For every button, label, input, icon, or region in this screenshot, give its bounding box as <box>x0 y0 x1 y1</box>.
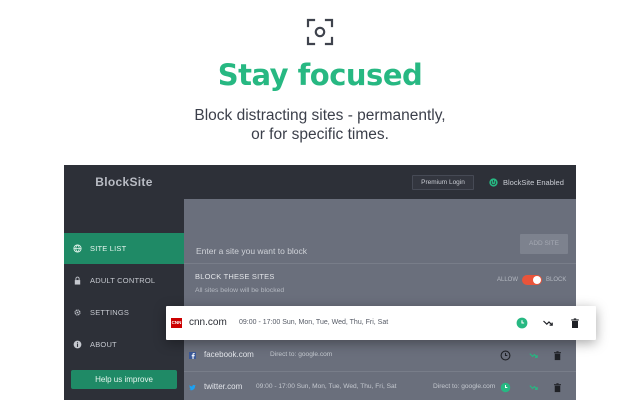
site-input[interactable]: Enter a site you want to block <box>196 243 506 260</box>
trash-icon[interactable] <box>552 350 563 361</box>
redirect-target: Direct to: google.com <box>433 383 496 390</box>
clock-icon[interactable] <box>500 350 511 361</box>
top-bar: Premium Login BlockSite Enabled <box>184 165 576 199</box>
schedule-times: 09:00 - 17:00 Sun, Mon, Tue, Wed, Thu, F… <box>256 383 397 390</box>
sidebar-item-label: ADULT CONTROL <box>90 276 156 285</box>
allow-label: ALLOW <box>497 277 519 283</box>
facebook-logo-icon <box>189 352 196 359</box>
allow-block-toggle-row: ALLOW BLOCK <box>497 275 566 285</box>
redirect-icon[interactable] <box>528 382 539 393</box>
sidebar-item-site-list[interactable]: SITE LIST <box>64 233 184 264</box>
status-label: BlockSite Enabled <box>503 178 564 187</box>
schedule-times: 09:00 - 17:00 Sun, Mon, Tue, Wed, Thu, F… <box>239 319 389 326</box>
trash-icon[interactable] <box>569 317 581 329</box>
divider <box>184 263 576 264</box>
divider <box>184 371 576 372</box>
gear-icon <box>73 308 82 317</box>
power-icon <box>489 178 498 187</box>
table-row: twitter.com 09:00 - 17:00 Sun, Mon, Tue,… <box>184 373 576 400</box>
hero-subtitle-line2: or for specific times. <box>251 126 389 143</box>
sidebar-item-adult-control[interactable]: ADULT CONTROL <box>64 265 184 296</box>
premium-login-button[interactable]: Premium Login <box>412 175 474 190</box>
block-list-subtitle: All sites below will be blocked <box>195 287 285 294</box>
twitter-logo-icon <box>189 384 196 391</box>
redirect-icon[interactable] <box>528 350 539 361</box>
site-domain: cnn.com <box>189 317 227 328</box>
help-us-improve-button[interactable]: Help us improve <box>71 370 177 389</box>
highlighted-site-row: CNN cnn.com 09:00 - 17:00 Sun, Mon, Tue,… <box>166 306 596 340</box>
site-domain: facebook.com <box>204 350 254 359</box>
lock-icon <box>73 276 82 285</box>
sidebar: BlockSite SITE LIST ADULT CONTROL SETTIN… <box>64 165 184 400</box>
toggle-knob <box>533 276 542 284</box>
redirect-target: Direct to: google.com <box>270 351 333 358</box>
focus-scan-icon <box>306 18 334 46</box>
hero-subtitle-line1: Block distracting sites - permanently, <box>194 107 446 124</box>
sidebar-item-label: SITE LIST <box>90 244 127 253</box>
block-list-title: BLOCK THESE SITES <box>195 272 275 281</box>
globe-icon <box>73 244 82 253</box>
info-icon <box>73 340 82 349</box>
cnn-logo-icon: CNN <box>171 318 182 328</box>
clock-icon[interactable] <box>516 317 528 329</box>
site-list-panel: Enter a site you want to block ADD SITE … <box>184 199 576 400</box>
add-site-button[interactable]: ADD SITE <box>520 234 568 254</box>
hero-title: Stay focused <box>217 58 423 92</box>
allow-block-toggle[interactable] <box>522 275 543 285</box>
brand-logo: BlockSite <box>95 175 153 189</box>
hero-subtitle: Block distracting sites - permanently, o… <box>0 106 640 144</box>
trash-icon[interactable] <box>552 382 563 393</box>
site-domain: twitter.com <box>204 382 243 391</box>
blocksite-enabled-status[interactable]: BlockSite Enabled <box>489 175 564 190</box>
sidebar-item-label: ABOUT <box>90 340 117 349</box>
clock-icon[interactable] <box>500 382 511 393</box>
table-row: facebook.com Direct to: google.com <box>184 341 576 371</box>
block-label: BLOCK <box>546 277 567 283</box>
redirect-icon[interactable] <box>542 317 554 329</box>
sidebar-item-label: SETTINGS <box>90 308 130 317</box>
app-window: BlockSite SITE LIST ADULT CONTROL SETTIN… <box>64 165 576 400</box>
